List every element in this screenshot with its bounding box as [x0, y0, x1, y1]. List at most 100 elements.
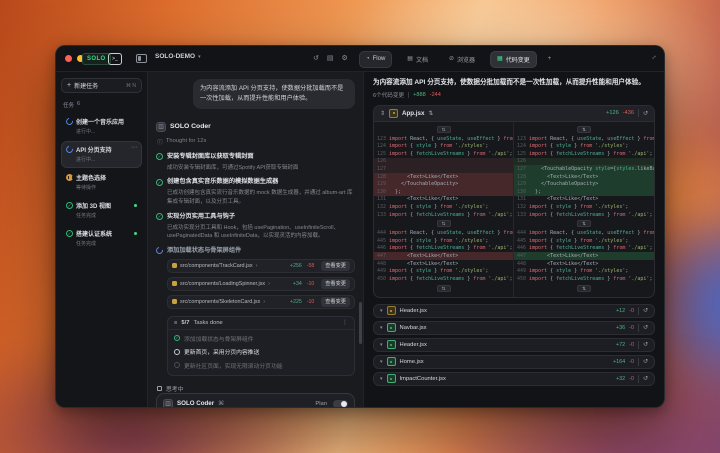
view-changes-button[interactable]: 查看变更 — [321, 296, 350, 307]
diff-line: 128 <Text>Like</Text> — [374, 172, 513, 181]
file-change-row[interactable]: src/components/TrackCard.jsx › +256 -58 查看变更 — [167, 258, 355, 273]
revert-file-icon[interactable]: ↺ — [643, 375, 648, 382]
switch-agent-icon[interactable]: ⌘ — [218, 400, 224, 407]
change-count: 6个代码变更 — [373, 92, 405, 99]
changed-file-row[interactable]: ▾ ImpactCounter.jsx +32 -0 ↺ — [373, 371, 655, 386]
step-header[interactable]: 创建包含真实音乐数据的模拟数据生成器 — [156, 178, 355, 186]
history-icon[interactable]: ↺ — [313, 53, 319, 65]
tab-Flow[interactable]: ◔ Flow — [359, 50, 393, 68]
revert-file-icon[interactable]: ↺ — [643, 324, 648, 331]
task-row: 搭建认证系统 — [66, 229, 137, 238]
tab-代码变更[interactable]: ▦ 代码变更 — [490, 50, 537, 68]
task-status: 任务完成 — [76, 241, 97, 247]
expand-lines-button[interactable]: ⇅ — [577, 284, 591, 292]
settings-icon[interactable]: ⚙ — [342, 53, 348, 65]
expand-lines-button[interactable]: ⇅ — [436, 284, 451, 292]
line-code: </TouchableOpacity> — [389, 181, 459, 188]
sidebar-task[interactable]: 创建一个音乐应用 进行中... — [61, 113, 142, 140]
expand-lines-button[interactable]: ⇅ — [436, 125, 451, 133]
more-icon[interactable]: ⋯ — [131, 145, 137, 151]
step-header[interactable]: 安装专辑封面库以获取专辑封面 — [156, 153, 355, 161]
file-path: src/components/SkeletonCard.jsx — [180, 298, 261, 305]
view-changes-button[interactable]: 查看变更 — [321, 278, 350, 289]
composer-header: ◫ SOLO Coder ⌘ Plan — [163, 398, 348, 407]
thought-row[interactable]: ⓘ Thought for 12s — [157, 137, 355, 146]
sidebar-toggle-icon[interactable] — [136, 54, 147, 63]
file-change-row[interactable]: src/components/SkeletonCard.jsx › +225 -10 查… — [167, 294, 355, 309]
expand-chevron-icon[interactable]: ▾ — [380, 325, 383, 331]
line-number: 449 — [376, 268, 386, 275]
close-button[interactable] — [65, 55, 72, 62]
view-changes-button[interactable]: 查看变更 — [321, 260, 350, 271]
new-task-shortcut: ⌘ N — [126, 82, 136, 89]
file-removed: -436 — [622, 110, 634, 117]
task-card-item[interactable]: 更新社区页面，实现无限滚动分页功能 — [174, 361, 348, 370]
plan-label: Plan — [315, 400, 327, 407]
project-switcher[interactable]: SOLO-DEMO ▾ — [155, 53, 201, 60]
chat-scrollbar[interactable] — [358, 302, 362, 344]
line-code: import { style } from './styles'; — [529, 143, 629, 150]
step-header[interactable]: 添加加载状态与骨架屏组件 — [154, 245, 355, 256]
collapse-icon[interactable]: ⇕ — [380, 110, 385, 117]
changed-file-row[interactable]: ▾ Header.jsx +12 -0 ↺ — [373, 303, 655, 318]
task-card-item[interactable]: 添加加载状态与骨架屏组件 — [174, 334, 348, 343]
task-card-item[interactable]: 更新首页，采用分页内容推送 — [174, 347, 348, 356]
sidebar-task[interactable]: API 分页支持 进行中... ⋯ — [61, 141, 142, 168]
line-number: 127 — [516, 166, 526, 173]
revert-file-icon[interactable]: ↺ — [643, 307, 648, 314]
tab-文档[interactable]: ▤ 文档 — [401, 51, 434, 68]
sidebar-task[interactable]: 添加 3D 视图任务完成 — [61, 197, 142, 224]
kebab-menu-icon[interactable]: ⋮ — [342, 319, 348, 326]
nav-changes-icon[interactable]: ⇅ — [428, 110, 433, 117]
sidebar-task[interactable]: 主题色选择 等待操作 — [61, 169, 142, 196]
expand-chevron-icon[interactable]: ▾ — [380, 359, 383, 365]
expand-chevron-icon[interactable]: ▾ — [380, 342, 383, 348]
expand-lines-button[interactable]: ⇅ — [577, 220, 591, 228]
line-number: 124 — [376, 143, 386, 150]
revert-file-icon[interactable]: ↺ — [643, 110, 648, 117]
step-header[interactable]: 实现分页实用工具与钩子 — [156, 213, 355, 221]
divider — [408, 91, 410, 98]
line-number: 126 — [516, 158, 526, 165]
plan-toggle[interactable] — [333, 399, 348, 407]
lines-added: +36 — [616, 324, 626, 331]
expand-chevron-icon[interactable]: ▾ — [380, 376, 383, 382]
task-title: API 分页支持 — [76, 148, 112, 154]
revert-file-icon[interactable]: ↺ — [643, 358, 648, 365]
new-task-button[interactable]: + 新建任务 ⌘ N — [61, 78, 142, 93]
revert-file-icon[interactable]: ↺ — [643, 341, 648, 348]
line-code: import { fetchLiveStreams } from './api'… — [389, 150, 513, 157]
chevron-down-icon: ▾ — [198, 53, 201, 60]
line-code: <Text>Like</Text> — [529, 196, 599, 203]
changed-file-row[interactable]: ▾ Navbar.jsx +36 -0 ↺ — [373, 320, 655, 335]
line-code: import { style } from './styles'; — [389, 204, 489, 211]
agent-name: SOLO Coder — [170, 123, 211, 131]
file-row-stats: +32 -0 ↺ — [616, 374, 648, 383]
file-change-row[interactable]: src/components/LoadingSpinner.jsx › +34 -10… — [167, 276, 355, 291]
task-status-icon — [66, 202, 73, 209]
task-card-header[interactable]: ≡ 5/7 Tasks done ⋮ — [168, 317, 354, 330]
expand-lines-button[interactable]: ⇅ — [577, 125, 591, 133]
expand-chevron-icon[interactable]: ▾ — [380, 308, 383, 314]
console-icon[interactable]: >_ — [108, 53, 122, 65]
sidebar-task[interactable]: 搭建认证系统任务完成 — [61, 225, 142, 252]
changed-file-row[interactable]: ▾ Header.jsx +72 -0 ↺ — [373, 337, 655, 352]
tab-浏览器[interactable]: ⊘ 浏览器 — [443, 51, 481, 68]
line-number: 444 — [376, 230, 386, 237]
divider — [637, 374, 639, 383]
line-code: import React, { useState, useEffect } fr… — [529, 135, 654, 142]
diff-file-header[interactable]: ⇕ App.jsx ⇅ +126 -436 ↺ — [374, 105, 654, 122]
line-number: 447 — [376, 253, 386, 259]
composer-agent-name[interactable]: SOLO Coder — [177, 400, 214, 407]
thought-label: Thought for 12s — [165, 138, 207, 145]
diff-line: 127 <TouchableOpacity style={styles.like… — [514, 165, 654, 173]
line-number: 448 — [516, 260, 526, 267]
changed-file-row[interactable]: ▾ Home.jsx +164 -0 ↺ — [373, 354, 655, 369]
panel-tabs: ◔ Flow ▤ 文档 ⊘ 浏览器 ▦ 代码变更 + — [359, 50, 553, 68]
tab-+[interactable]: + — [546, 51, 554, 68]
layout-icon[interactable]: ▤ — [327, 53, 334, 65]
expand-panel-icon[interactable]: ↕ — [650, 54, 657, 61]
user-message: 为内容流添加 API 分页支持，使数据分批加载而不是一次性加载，从而提升性能和用… — [193, 79, 355, 109]
expand-lines-button[interactable]: ⇅ — [436, 220, 451, 228]
task-title: 主题色选择 — [76, 176, 107, 182]
